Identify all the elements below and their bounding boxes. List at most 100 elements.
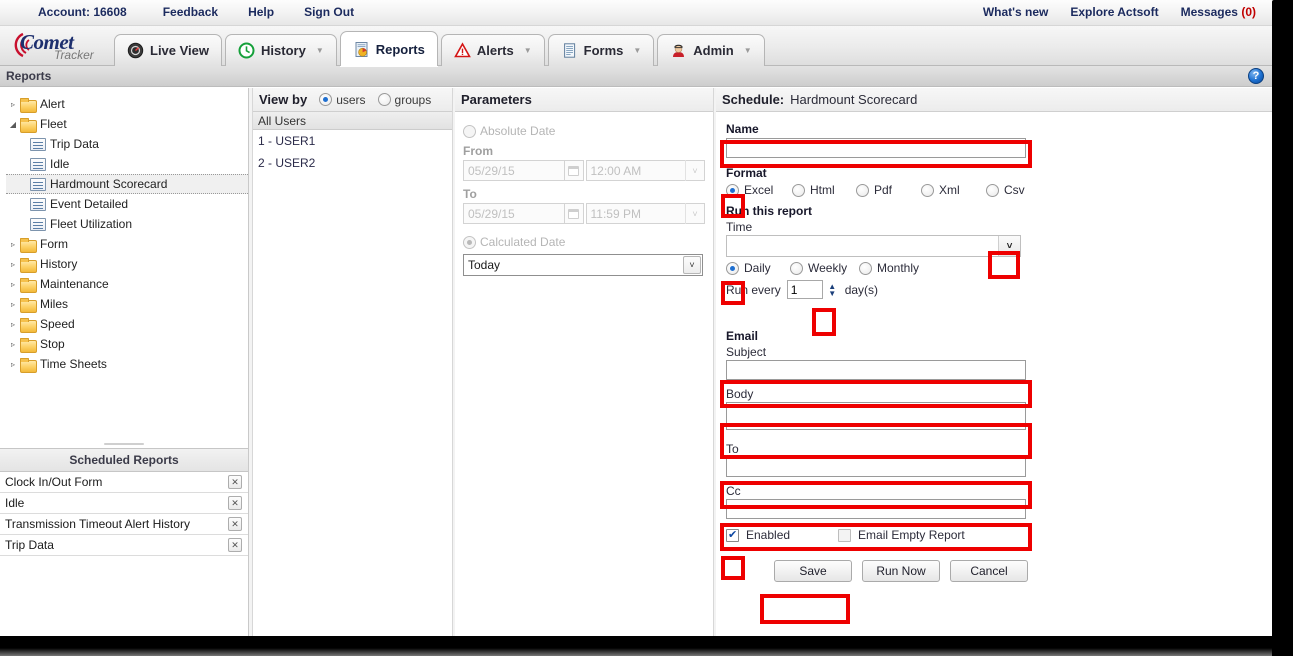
tree-item-label: Alert (40, 97, 65, 111)
name-input[interactable] (726, 138, 1026, 158)
expand-arrow-right-icon[interactable]: ▹ (6, 100, 20, 109)
body-input[interactable] (726, 402, 1026, 430)
tree-item-speed[interactable]: ▹ Speed (6, 314, 248, 334)
radio-frequency-daily[interactable]: Daily (726, 261, 790, 275)
to-calendar-icon[interactable] (565, 203, 584, 224)
schedule-title-value: Hardmount Scorecard (790, 92, 918, 107)
tab-alerts[interactable]: Alerts ▼ (440, 34, 545, 66)
from-time-select[interactable]: 12:00 AM ˅ (585, 160, 705, 181)
tree-item-stop[interactable]: ▹ Stop (6, 334, 248, 354)
tree-item-idle[interactable]: Idle (6, 154, 248, 174)
radio-users-label: users (336, 92, 366, 107)
run-every-stepper[interactable]: ▲ ▼ (825, 280, 840, 299)
radio-calculated-date[interactable]: Calculated Date (463, 235, 705, 249)
checkbox-enabled[interactable]: Enabled (726, 528, 790, 542)
page-title: Reports (6, 69, 52, 83)
frequency-radio-group: Daily Weekly Monthly (726, 261, 1262, 275)
save-button[interactable]: Save (774, 560, 852, 582)
tab-live-view[interactable]: Live View (114, 34, 223, 66)
cancel-button[interactable]: Cancel (950, 560, 1028, 582)
delete-scheduled-report-icon[interactable]: ✕ (228, 538, 242, 552)
delete-scheduled-report-icon[interactable]: ✕ (228, 496, 242, 510)
help-link[interactable]: Help (248, 5, 274, 19)
scheduled-report-row[interactable]: Transmission Timeout Alert History ✕ (0, 514, 248, 535)
tree-item-time-sheets[interactable]: ▹ Time Sheets (6, 354, 248, 374)
tree-item-fleet-utilization[interactable]: Fleet Utilization (6, 214, 248, 234)
to-email-input[interactable] (726, 457, 1026, 477)
to-time-select[interactable]: 11:59 PM ˅ (585, 203, 705, 224)
comet-tracker-logo[interactable]: Comet Tracker (4, 28, 112, 64)
expand-arrow-right-icon[interactable]: ▹ (6, 360, 20, 369)
subject-input[interactable] (726, 360, 1026, 380)
user-admin-icon (670, 42, 687, 59)
sign-out-link[interactable]: Sign Out (304, 5, 354, 19)
tree-item-hardmount-scorecard[interactable]: Hardmount Scorecard (6, 174, 248, 194)
radio-view-by-users[interactable]: users (319, 92, 366, 107)
action-button-row: Save Run Now Cancel (774, 560, 1262, 582)
run-every-input[interactable] (786, 280, 823, 299)
radio-view-by-groups[interactable]: groups (377, 93, 431, 107)
tree-item-form[interactable]: ▹ Form (6, 234, 248, 254)
radio-frequency-weekly[interactable]: Weekly (790, 261, 859, 275)
radio-format-csv[interactable]: Csv (986, 183, 1025, 197)
from-calendar-icon[interactable] (565, 160, 584, 181)
expand-arrow-right-icon[interactable]: ▹ (6, 280, 20, 289)
calculated-date-select[interactable]: Today ˅ (463, 254, 703, 276)
expand-arrow-down-icon[interactable]: ◢ (6, 120, 20, 129)
radio-format-pdf[interactable]: Pdf (856, 183, 921, 197)
run-now-button[interactable]: Run Now (862, 560, 940, 582)
expand-arrow-right-icon[interactable]: ▹ (6, 260, 20, 269)
radio-frequency-monthly[interactable]: Monthly (859, 261, 919, 275)
help-question-icon[interactable]: ? (1248, 68, 1264, 84)
checkbox-email-empty-report[interactable]: Email Empty Report (838, 528, 965, 542)
expand-arrow-right-icon[interactable]: ▹ (6, 240, 20, 249)
tab-history-label: History (261, 43, 306, 58)
radio-format-xml[interactable]: Xml (921, 183, 986, 197)
tab-history[interactable]: History ▼ (225, 34, 337, 66)
radio-format-excel[interactable]: Excel (726, 183, 792, 197)
scheduled-report-row[interactable]: Trip Data ✕ (0, 535, 248, 556)
scheduled-report-row[interactable]: Clock In/Out Form ✕ (0, 472, 248, 493)
expand-arrow-right-icon[interactable]: ▹ (6, 340, 20, 349)
chevron-down-icon: ▼ (523, 46, 532, 55)
tree-item-maintenance[interactable]: ▹ Maintenance (6, 274, 248, 294)
tree-item-history[interactable]: ▹ History (6, 254, 248, 274)
to-date-input[interactable]: 05/29/15 (463, 203, 566, 224)
radio-groups-indicator (377, 93, 391, 106)
folder-icon (20, 277, 37, 293)
explore-actsoft-link[interactable]: Explore Actsoft (1070, 5, 1158, 19)
tab-admin[interactable]: Admin ▼ (657, 34, 765, 66)
delete-scheduled-report-icon[interactable]: ✕ (228, 517, 242, 531)
whats-new-link[interactable]: What's new (983, 5, 1049, 19)
user-list-item[interactable]: 1 - USER1 (253, 130, 452, 152)
from-time-value: 12:00 AM (590, 163, 642, 178)
tree-item-trip-data[interactable]: Trip Data (6, 134, 248, 154)
user-list-item[interactable]: 2 - USER2 (253, 152, 452, 174)
delete-scheduled-report-icon[interactable]: ✕ (228, 475, 242, 489)
radio-frequency-weekly-indicator (790, 261, 803, 275)
tab-forms[interactable]: Forms ▼ (547, 34, 655, 66)
tree-item-alert[interactable]: ▹ Alert (6, 94, 248, 114)
folder-icon (20, 297, 37, 313)
scheduled-report-row[interactable]: Idle ✕ (0, 493, 248, 514)
cc-email-input[interactable] (726, 499, 1026, 519)
tree-item-miles[interactable]: ▹ Miles (6, 294, 248, 314)
report-icon (30, 177, 46, 191)
panel-resize-handle[interactable] (0, 440, 248, 448)
tree-item-label: Speed (40, 317, 75, 331)
stepper-down-icon[interactable]: ▼ (828, 289, 836, 297)
radio-absolute-date[interactable]: Absolute Date (463, 124, 705, 138)
time-select[interactable]: ˅ (726, 235, 1021, 257)
tree-item-event-detailed[interactable]: Event Detailed (6, 194, 248, 214)
messages-link[interactable]: Messages (0) (1181, 5, 1256, 19)
tree-item-label: Form (40, 237, 68, 251)
to-row: 05/29/15 11:59 PM ˅ (463, 203, 705, 224)
expand-arrow-right-icon[interactable]: ▹ (6, 320, 20, 329)
tab-reports[interactable]: Reports (339, 31, 438, 66)
tree-item-fleet[interactable]: ◢ Fleet (6, 114, 248, 134)
radio-format-html[interactable]: Html (792, 183, 856, 197)
chevron-down-icon[interactable]: ˅ (998, 236, 1020, 256)
feedback-link[interactable]: Feedback (163, 5, 218, 19)
expand-arrow-right-icon[interactable]: ▹ (6, 300, 20, 309)
from-date-input[interactable]: 05/29/15 (463, 160, 566, 181)
